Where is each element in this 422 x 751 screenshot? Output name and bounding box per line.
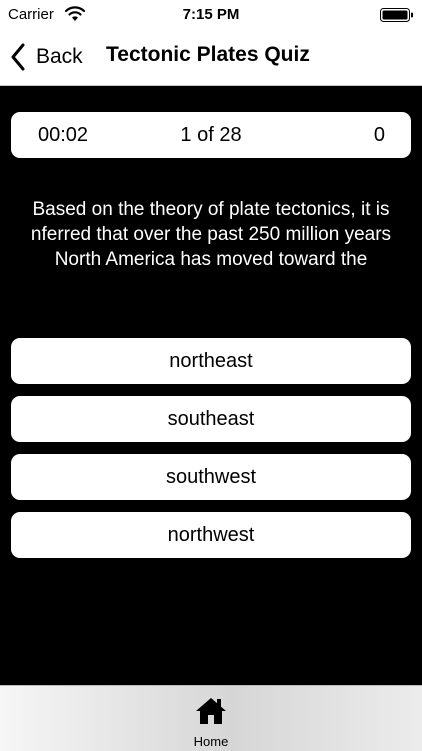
answer-button[interactable]: southwest bbox=[11, 454, 411, 500]
question-progress: 1 of 28 bbox=[180, 124, 242, 146]
back-button[interactable]: Back bbox=[10, 40, 83, 74]
quiz-stats-panel: 00:02 1 of 28 0 bbox=[11, 112, 411, 158]
battery-icon bbox=[380, 8, 413, 22]
answer-button[interactable]: northwest bbox=[11, 512, 411, 558]
tab-home[interactable]: Home bbox=[181, 692, 241, 749]
question-text: Based on the theory of plate tectonics, … bbox=[30, 199, 392, 270]
chevron-left-icon bbox=[11, 43, 25, 71]
tab-home-label: Home bbox=[193, 734, 229, 749]
navigation-bar: Back Tectonic Plates Quiz bbox=[0, 30, 422, 86]
home-icon bbox=[196, 698, 226, 724]
page-title: Tectonic Plates Quiz bbox=[106, 43, 310, 66]
answer-button[interactable]: southeast bbox=[11, 396, 411, 442]
status-bar: Carrier 7:15 PM bbox=[0, 0, 422, 30]
score: 0 bbox=[373, 124, 385, 146]
answer-button[interactable]: northeast bbox=[11, 338, 411, 384]
status-time: 7:15 PM bbox=[182, 6, 240, 23]
tab-bar: Home bbox=[0, 685, 422, 751]
back-label: Back bbox=[36, 45, 83, 68]
